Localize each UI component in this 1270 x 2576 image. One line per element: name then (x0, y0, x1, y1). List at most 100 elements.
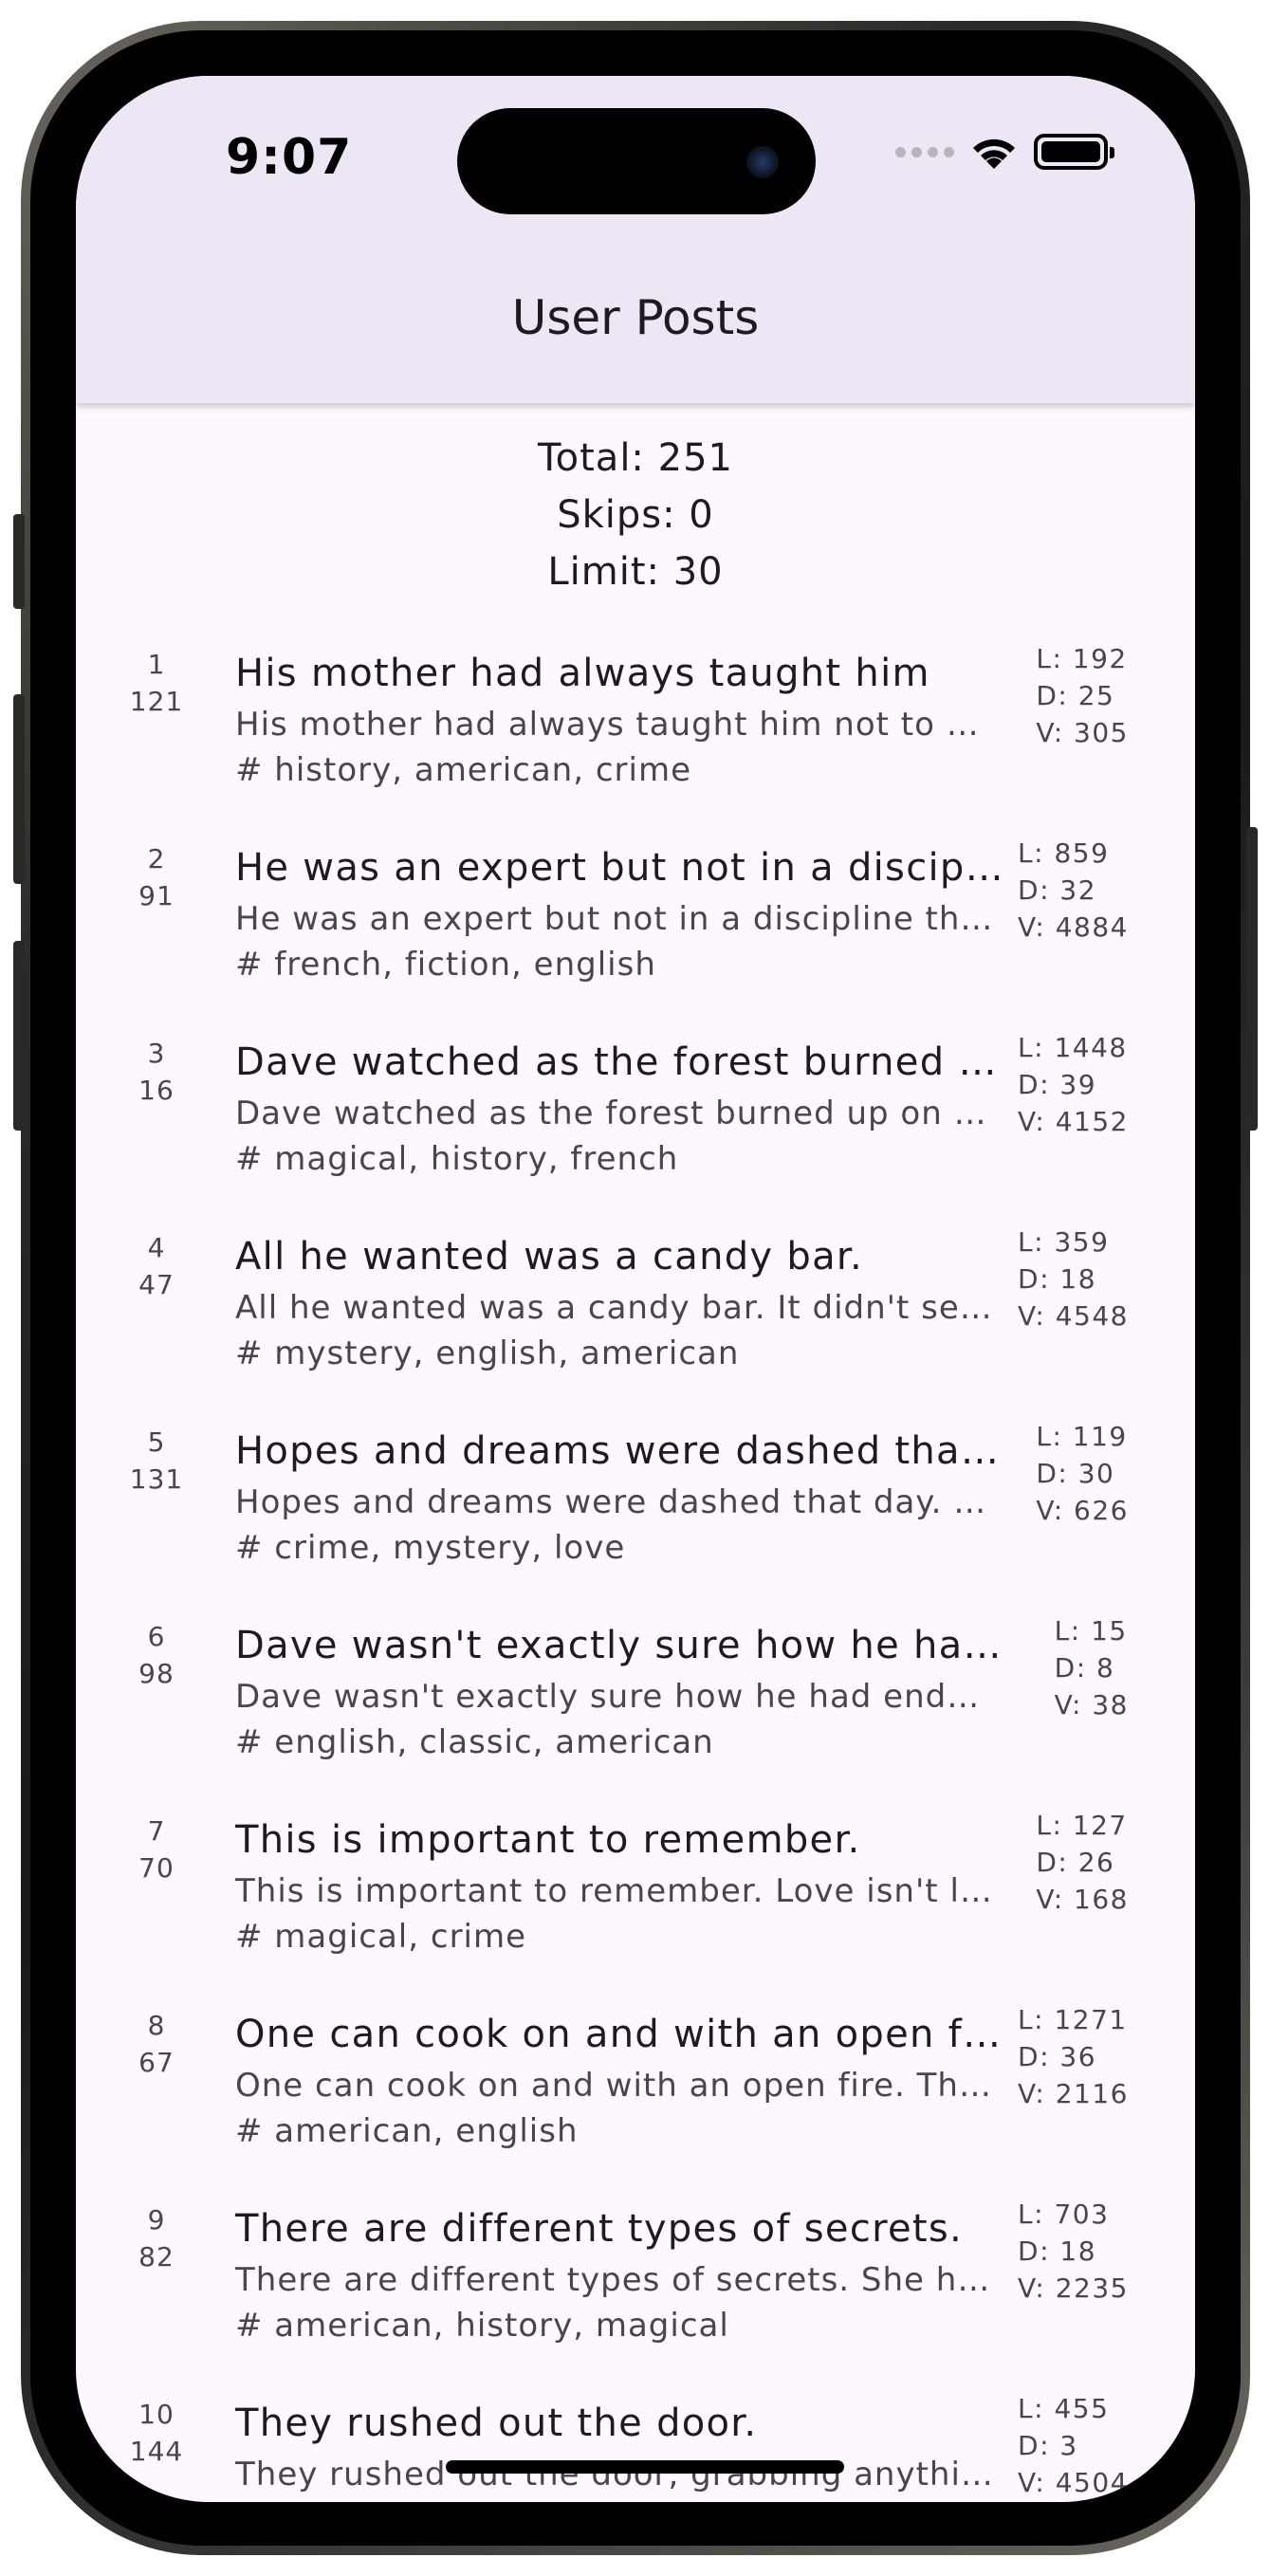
post-reactions: L: 119 D: 30 V: 626 (1036, 1418, 1129, 1529)
post-body: Dave watched as the forest burned up on … (235, 1095, 994, 1132)
post-dislikes: D: 39 (1018, 1069, 1097, 1100)
status-time: 9:07 (226, 129, 353, 186)
post-tags: # history, american, crime (235, 751, 691, 789)
post-user-id: 67 (138, 2047, 175, 2078)
post-body: All he wanted was a candy bar. It didn't… (235, 1289, 994, 1327)
page-title: User Posts (511, 290, 760, 345)
post-index: 5 (147, 1426, 166, 1458)
post-title: One can cook on and with an open fire. (235, 2013, 1003, 2056)
post-likes: L: 1271 (1018, 2004, 1128, 2035)
post-dislikes: D: 18 (1018, 2236, 1097, 2267)
post-likes: L: 455 (1018, 2393, 1110, 2424)
post-dislikes: D: 32 (1018, 874, 1097, 906)
post-list-item[interactable]: 7 70 This is important to remember. This… (76, 1794, 1195, 1988)
post-tags: # magical, crime (235, 1918, 527, 1956)
home-indicator[interactable] (446, 2460, 844, 2474)
post-index: 9 (147, 2204, 166, 2236)
post-user-id: 144 (129, 2436, 184, 2467)
post-reactions: L: 127 D: 26 V: 168 (1036, 1807, 1129, 1918)
volume-down-button (13, 941, 25, 1131)
cellular-signal-icon (895, 146, 954, 157)
post-reactions: L: 859 D: 32 V: 4884 (1018, 835, 1129, 946)
post-index: 6 (147, 1621, 166, 1652)
post-user-id: 98 (138, 1658, 175, 1689)
post-tags: # fiction, magical, history (235, 2498, 994, 2502)
post-user-id: 47 (138, 1269, 175, 1300)
post-likes: L: 119 (1036, 1421, 1128, 1452)
volume-up-button (13, 694, 25, 884)
post-tags: # crime, mystery, love (235, 1529, 626, 1567)
post-leading: 10 144 (104, 2396, 209, 2470)
post-tags: # english, classic, american (235, 1723, 714, 1761)
post-reactions: L: 455 D: 3 V: 4504 (1018, 2390, 1129, 2501)
post-user-id: 16 (138, 1075, 175, 1106)
wifi-icon (973, 138, 1015, 169)
posts-summary: Total: 251 Skips: 0 Limit: 30 (76, 403, 1195, 600)
post-index: 3 (147, 1038, 166, 1069)
post-body: Dave wasn't exactly sure how he had ende… (235, 1678, 994, 1716)
action-button (13, 514, 25, 609)
post-tags: # magical, history, french (235, 1140, 679, 1178)
post-list-item[interactable]: 2 91 He was an expert but not in a disci… (76, 821, 1195, 1016)
post-views: V: 2116 (1018, 2078, 1129, 2109)
post-views: V: 626 (1036, 1495, 1129, 1526)
posts-content[interactable]: Total: 251 Skips: 0 Limit: 30 1 121 His … (76, 403, 1195, 2502)
post-leading: 2 91 (104, 840, 209, 914)
post-reactions: L: 359 D: 18 V: 4548 (1018, 1224, 1129, 1334)
post-user-id: 121 (129, 686, 184, 717)
post-reactions: L: 1271 D: 36 V: 2116 (1018, 2001, 1129, 2112)
post-likes: L: 15 (1054, 1615, 1128, 1647)
post-list-item[interactable]: 4 47 All he wanted was a candy bar. All … (76, 1210, 1195, 1405)
post-tags: # american, history, magical (235, 2307, 729, 2345)
post-index: 10 (138, 2399, 175, 2430)
post-leading: 9 82 (104, 2201, 209, 2275)
post-dislikes: D: 26 (1036, 1847, 1115, 1878)
post-list: 1 121 His mother had always taught him H… (76, 627, 1195, 2502)
post-body: Hopes and dreams were dashed that day. I… (235, 1483, 994, 1521)
post-body: They rushed out the door, grabbing anyth… (235, 2456, 994, 2493)
post-list-item[interactable]: 1 121 His mother had always taught him H… (76, 627, 1195, 821)
post-list-item[interactable]: 5 131 Hopes and dreams were dashed that … (76, 1405, 1195, 1599)
post-views: V: 4884 (1018, 911, 1129, 943)
post-reactions: L: 1448 D: 39 V: 4152 (1018, 1029, 1129, 1140)
app-bar: 9:07 User Posts (76, 76, 1195, 403)
post-dislikes: D: 36 (1018, 2041, 1097, 2072)
screen: 9:07 User Posts Total: 251 Skips: 0 Limi… (76, 76, 1195, 2502)
post-index: 1 (147, 649, 166, 680)
battery-icon (1034, 134, 1114, 170)
post-reactions: L: 15 D: 8 V: 38 (1055, 1612, 1129, 1723)
post-user-id: 131 (129, 1463, 184, 1495)
post-dislikes: D: 3 (1018, 2430, 1078, 2461)
post-views: V: 4152 (1018, 1106, 1129, 1137)
post-title: He was an expert but not in a discipline (235, 846, 1003, 890)
post-views: V: 305 (1036, 717, 1129, 748)
post-reactions: L: 192 D: 25 V: 305 (1036, 640, 1129, 751)
post-title: They rushed out the door. (235, 2401, 758, 2445)
post-views: V: 4504 (1018, 2467, 1129, 2498)
post-views: V: 2235 (1018, 2272, 1129, 2304)
post-body: One can cook on and with an open fire. T… (235, 2067, 994, 2105)
post-index: 2 (147, 843, 166, 874)
power-button (1246, 827, 1258, 1131)
post-list-item[interactable]: 8 67 One can cook on and with an open fi… (76, 1988, 1195, 2182)
post-tags: # american, english (235, 2112, 579, 2150)
post-list-item[interactable]: 10 144 They rushed out the door. They ru… (76, 2377, 1195, 2502)
post-index: 7 (147, 1815, 166, 1847)
post-index: 8 (147, 2010, 166, 2041)
post-tags: # french, fiction, english (235, 946, 656, 984)
post-title: His mother had always taught him (235, 652, 930, 695)
post-tags: # mystery, english, american (235, 1334, 740, 1372)
post-title: All he wanted was a candy bar. (235, 1235, 863, 1279)
post-list-item[interactable]: 9 82 There are different types of secret… (76, 2182, 1195, 2377)
post-list-item[interactable]: 3 16 Dave watched as the forest burned u… (76, 1016, 1195, 1210)
post-views: V: 38 (1054, 1689, 1129, 1720)
post-user-id: 70 (138, 1852, 175, 1884)
post-likes: L: 192 (1036, 643, 1128, 674)
post-list-item[interactable]: 6 98 Dave wasn't exactly sure how he had… (76, 1599, 1195, 1794)
dynamic-island (457, 108, 816, 214)
post-title: Hopes and dreams were dashed that day. (235, 1429, 1003, 1473)
post-likes: L: 1448 (1018, 1032, 1128, 1063)
post-likes: L: 859 (1018, 837, 1110, 869)
post-user-id: 82 (138, 2241, 175, 2272)
post-likes: L: 359 (1018, 1226, 1110, 1258)
